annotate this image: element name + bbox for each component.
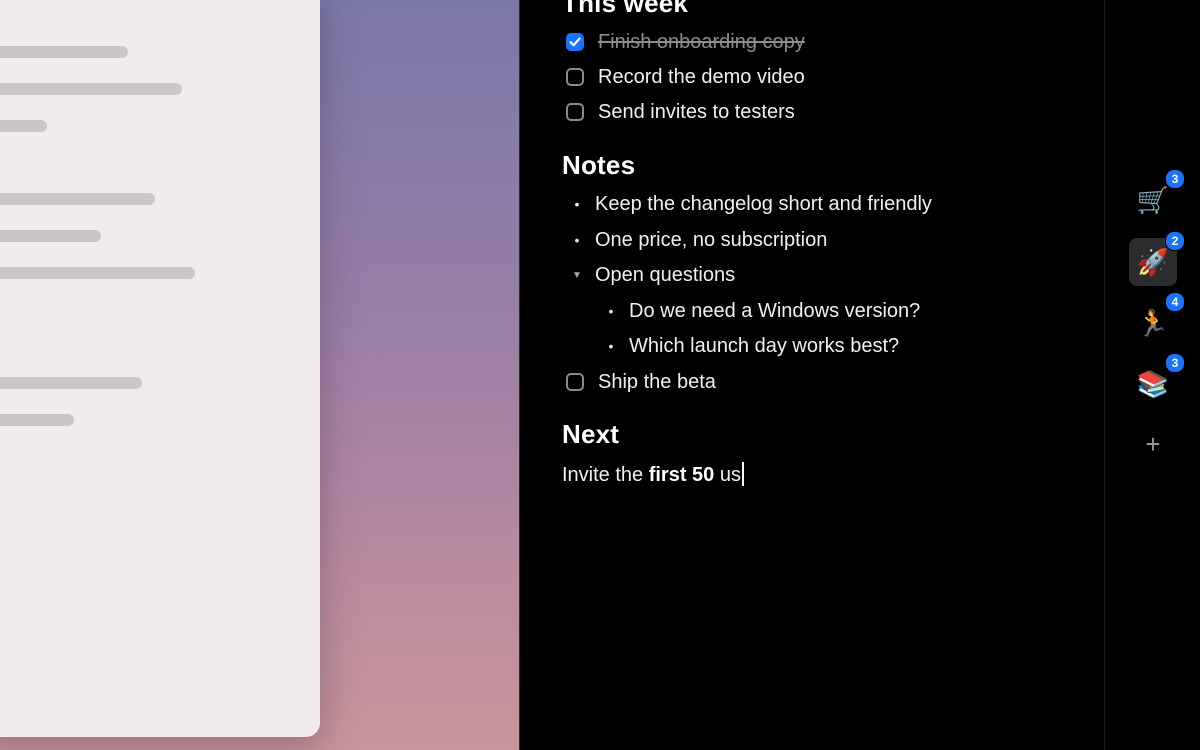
- disclosure-triangle-icon[interactable]: ▼: [559, 270, 595, 281]
- task-item[interactable]: Finish onboarding copy: [562, 27, 805, 57]
- runner-icon: 🏃: [1136, 307, 1170, 338]
- task-label[interactable]: Ship the beta: [598, 371, 716, 394]
- placeholder-line: [0, 83, 182, 95]
- notebook-sidebar: 🛒 3 🚀 2 🏃 4 📚 3 +: [1104, 0, 1200, 750]
- rocket-icon: 🚀: [1136, 246, 1170, 277]
- heading-this-week: This week: [562, 0, 689, 18]
- notebook-fitness[interactable]: 🏃 4: [1129, 292, 1185, 347]
- list-item[interactable]: • Which launch day works best?: [596, 331, 900, 361]
- paragraph-bold-text: first 50: [648, 464, 715, 486]
- heading-notes: Notes: [562, 150, 636, 180]
- checkbox-checked[interactable]: [566, 33, 584, 51]
- paragraph-text: Invite the: [562, 464, 649, 486]
- count-badge: 3: [1165, 169, 1185, 189]
- placeholder-line: [0, 267, 195, 279]
- notebook-launch[interactable]: 🚀 2: [1129, 231, 1185, 286]
- placeholder-line: [0, 414, 74, 426]
- checkbox[interactable]: [566, 373, 584, 391]
- list-item[interactable]: • Do we need a Windows version?: [596, 296, 921, 326]
- task-item[interactable]: Send invites to testers: [562, 97, 795, 127]
- books-icon: 📚: [1136, 368, 1170, 399]
- list-item-text[interactable]: Which launch day works best?: [629, 335, 899, 358]
- checkbox[interactable]: [566, 68, 584, 86]
- task-label[interactable]: Send invites to testers: [598, 101, 795, 124]
- notebook-shopping[interactable]: 🛒 3: [1129, 169, 1185, 224]
- checkmark-icon: [569, 37, 581, 47]
- count-badge: 3: [1165, 353, 1185, 373]
- placeholder-line: [0, 120, 47, 132]
- task-item[interactable]: Ship the beta: [562, 367, 716, 397]
- placeholder-line: [0, 193, 155, 205]
- placeholder-line: [0, 46, 128, 58]
- editing-paragraph[interactable]: Invite the first 50 us: [562, 462, 744, 487]
- task-label[interactable]: Record the demo video: [598, 66, 805, 89]
- bullet-icon: •: [574, 196, 580, 212]
- notebook-reading[interactable]: 📚 3: [1129, 353, 1185, 408]
- count-badge: 2: [1165, 231, 1185, 251]
- bullet-icon: •: [608, 303, 614, 319]
- list-item[interactable]: • Keep the changelog short and friendly: [562, 189, 932, 219]
- checkbox[interactable]: [566, 103, 584, 121]
- paragraph-text: us: [714, 464, 741, 486]
- placeholder-line: [0, 230, 101, 242]
- text-cursor: [742, 462, 744, 486]
- shopping-cart-icon: 🛒: [1136, 184, 1170, 215]
- bullet-icon: •: [608, 338, 614, 354]
- task-label[interactable]: Finish onboarding copy: [598, 31, 805, 54]
- list-item[interactable]: • One price, no subscription: [562, 225, 828, 255]
- list-item-group[interactable]: ▼ Open questions: [562, 260, 735, 290]
- count-badge: 4: [1165, 292, 1185, 312]
- add-notebook-button[interactable]: +: [1141, 429, 1165, 459]
- plus-icon: +: [1145, 428, 1161, 459]
- placeholder-line: [0, 377, 142, 389]
- bullet-icon: •: [574, 232, 580, 248]
- list-item-text[interactable]: Keep the changelog short and friendly: [595, 193, 932, 216]
- list-item-text[interactable]: Do we need a Windows version?: [629, 300, 920, 323]
- background-window[interactable]: [0, 0, 320, 737]
- list-item-text[interactable]: One price, no subscription: [595, 229, 827, 252]
- list-item-text[interactable]: Open questions: [595, 264, 735, 287]
- task-item[interactable]: Record the demo video: [562, 62, 805, 92]
- note-editor[interactable]: This week Finish onboarding copy Record …: [519, 0, 1105, 750]
- heading-next: Next: [562, 419, 620, 449]
